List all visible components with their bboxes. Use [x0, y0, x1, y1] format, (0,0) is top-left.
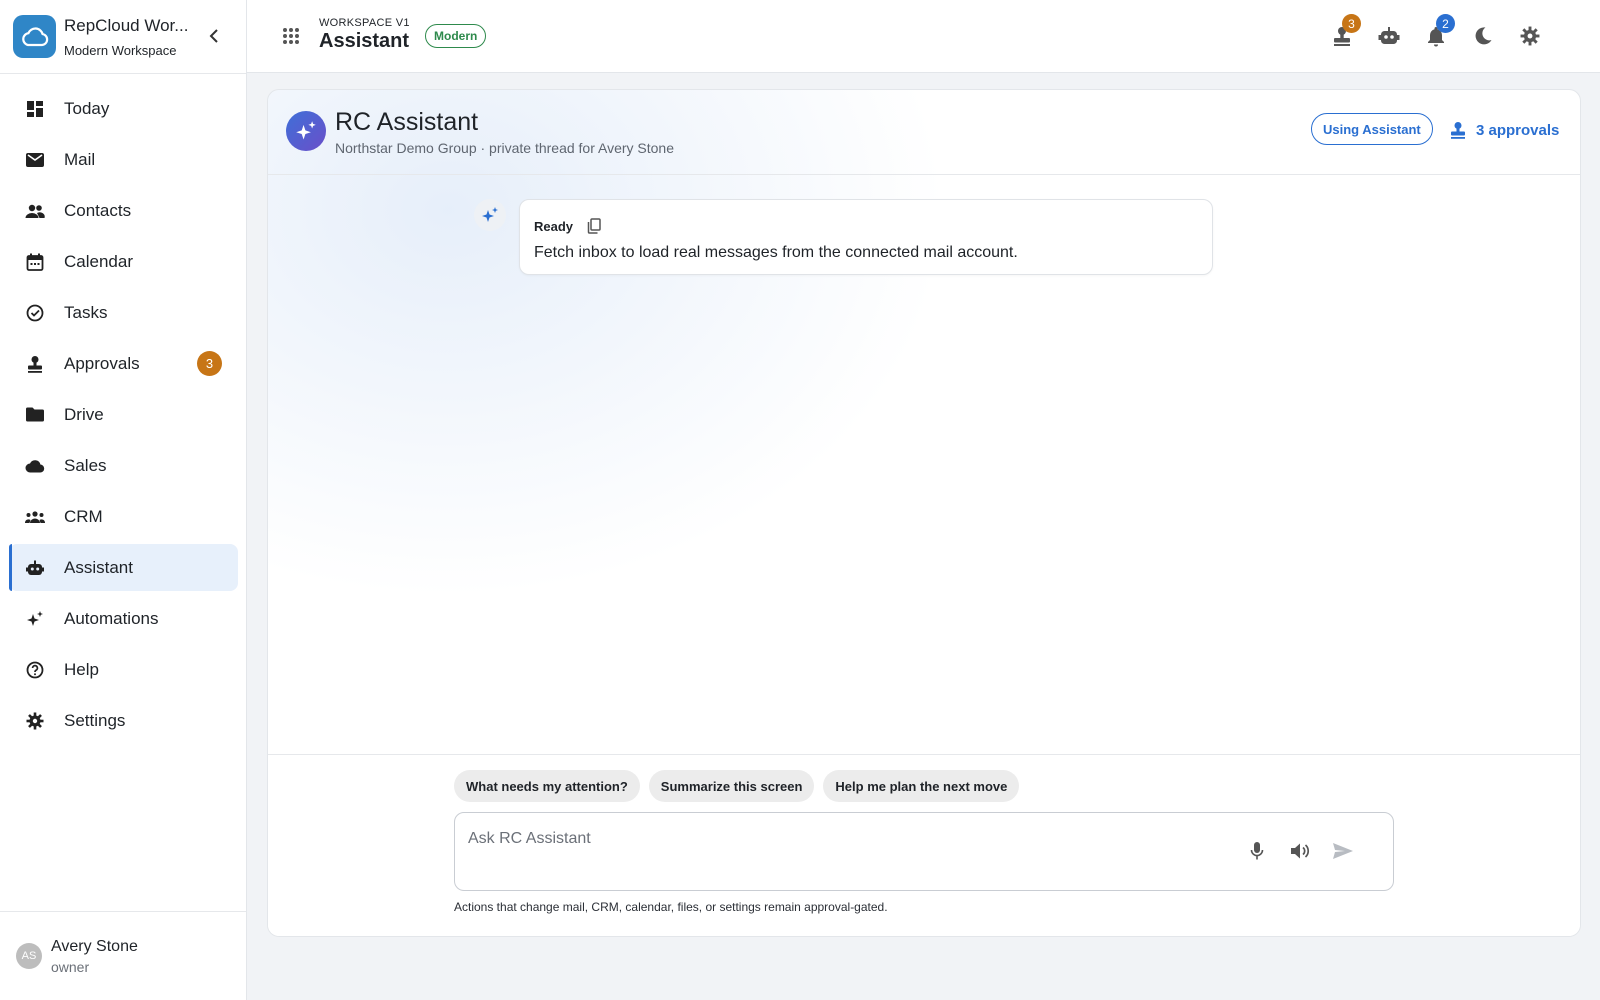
assistant-sparkles-icon: [286, 111, 326, 151]
speaker-icon: [1291, 843, 1310, 859]
calendar-icon: [25, 252, 45, 272]
sidebar-item-label: Tasks: [64, 302, 108, 322]
app-subtitle: Modern Workspace: [64, 42, 177, 58]
assistant-subtitle: Northstar Demo Group · private thread fo…: [335, 140, 675, 156]
sidebar-item-label: Approvals: [64, 353, 140, 373]
robot-icon: [1378, 27, 1400, 44]
cloud-logo-icon: [13, 15, 56, 58]
approvals-top-badge: 3: [1342, 14, 1361, 33]
approval-stamp-icon: [25, 354, 45, 374]
sidebar-item-calendar[interactable]: Calendar: [9, 238, 238, 285]
suggestion-chip-summarize[interactable]: Summarize this screen: [648, 770, 815, 802]
settings-button[interactable]: [1518, 24, 1542, 48]
contacts-icon: [25, 201, 45, 221]
sidebar-item-settings[interactable]: Settings: [9, 697, 238, 744]
sidebar-item-label: Assistant: [64, 557, 133, 577]
sparkles-icon: [25, 609, 45, 629]
sidebar-item-label: Today: [64, 98, 110, 118]
sidebar-item-label: Mail: [64, 149, 96, 169]
sidebar-item-help[interactable]: Help: [9, 646, 238, 693]
sidebar-item-label: Settings: [64, 710, 126, 730]
sidebar-item-mail[interactable]: Mail: [9, 136, 238, 183]
sidebar-item-label: Automations: [64, 608, 159, 628]
assistant-top-button[interactable]: [1377, 24, 1401, 48]
gear-icon: [25, 711, 45, 731]
cloud-icon: [25, 456, 45, 476]
user-role: owner: [51, 958, 90, 975]
approvals-link[interactable]: 3 approvals: [1449, 121, 1559, 139]
microphone-button[interactable]: [1245, 839, 1269, 863]
avatar: AS: [16, 943, 42, 969]
sidebar-item-tasks[interactable]: Tasks: [9, 289, 238, 336]
suggestion-chips: What needs my attention? Summarize this …: [454, 770, 1028, 802]
sidebar-nav: Today Mail Contacts Calendar Tasks Appro…: [9, 85, 238, 748]
approval-gate-notice: Actions that change mail, CRM, calendar,…: [454, 900, 888, 914]
sidebar: RepCloud Wor... Modern Workspace Today M…: [0, 0, 247, 1000]
page-title: Assistant: [319, 30, 410, 52]
groups-icon: [25, 507, 45, 527]
mail-icon: [25, 150, 45, 170]
sidebar-item-today[interactable]: Today: [9, 85, 238, 132]
approvals-count-badge: 3: [197, 351, 222, 376]
microphone-icon: [1250, 842, 1264, 860]
copy-icon[interactable]: [585, 217, 603, 235]
message-text: Fetch inbox to load real messages from t…: [534, 244, 1018, 261]
sidebar-item-label: Contacts: [64, 200, 132, 220]
speaker-button[interactable]: [1288, 839, 1312, 863]
sidebar-item-sales[interactable]: Sales: [9, 442, 238, 489]
sidebar-item-contacts[interactable]: Contacts: [9, 187, 238, 234]
assistant-message: Ready Fetch inbox to load real messages …: [519, 199, 1213, 275]
mode-badge: Modern: [425, 24, 487, 48]
top-bar: WORKSPACE V1 Assistant Modern 3 2: [247, 0, 1600, 73]
composer-area: What needs my attention? Summarize this …: [268, 754, 1580, 936]
notifications-badge: 2: [1436, 14, 1455, 33]
tasks-icon: [25, 303, 45, 323]
approvals-top-button[interactable]: 3: [1330, 14, 1361, 48]
approvals-link-label: 3 approvals: [1476, 121, 1560, 139]
message-composer: [454, 812, 1394, 891]
using-assistant-button[interactable]: Using Assistant: [1311, 113, 1433, 145]
sidebar-item-assistant[interactable]: Assistant: [9, 544, 238, 591]
app-name: RepCloud Wor...: [64, 15, 189, 35]
send-button[interactable]: [1331, 839, 1355, 863]
sidebar-item-approvals[interactable]: Approvals 3: [9, 340, 238, 387]
sidebar-item-drive[interactable]: Drive: [9, 391, 238, 438]
suggestion-chip-plan[interactable]: Help me plan the next move: [823, 770, 1020, 802]
assistant-message-sparkles-icon: [474, 199, 506, 231]
sidebar-item-crm[interactable]: CRM: [9, 493, 238, 540]
suggestion-chip-attention[interactable]: What needs my attention?: [454, 770, 640, 802]
user-name: Avery Stone: [51, 937, 138, 955]
collapse-sidebar-button[interactable]: [204, 26, 224, 46]
folder-icon: [25, 405, 45, 425]
sidebar-item-label: Drive: [64, 404, 104, 424]
user-profile[interactable]: AS Avery Stone owner: [0, 911, 246, 1000]
brand-header: RepCloud Wor... Modern Workspace: [0, 0, 246, 74]
apps-grid-icon[interactable]: [281, 26, 301, 46]
robot-icon: [25, 558, 45, 578]
dashboard-icon: [25, 99, 45, 119]
breadcrumb: WORKSPACE V1: [319, 17, 410, 29]
dark-mode-toggle[interactable]: [1471, 24, 1495, 48]
moon-icon: [1475, 27, 1492, 45]
send-icon: [1333, 843, 1353, 859]
help-icon: [25, 660, 45, 680]
chevron-left-icon: [209, 29, 218, 43]
gear-icon: [1520, 26, 1540, 46]
sidebar-item-label: Help: [64, 659, 99, 679]
notifications-button[interactable]: 2: [1424, 14, 1455, 48]
assistant-panel: RC Assistant Northstar Demo Group · priv…: [267, 89, 1581, 937]
assistant-header: RC Assistant Northstar Demo Group · priv…: [268, 90, 1580, 175]
sidebar-item-automations[interactable]: Automations: [9, 595, 238, 642]
message-status: Ready: [534, 219, 574, 234]
sidebar-item-label: CRM: [64, 506, 103, 526]
sidebar-item-label: Sales: [64, 455, 107, 475]
approval-stamp-icon: [1449, 121, 1467, 139]
sidebar-item-label: Calendar: [64, 251, 133, 271]
ask-assistant-input[interactable]: [468, 827, 1228, 851]
assistant-title: RC Assistant: [335, 108, 479, 136]
